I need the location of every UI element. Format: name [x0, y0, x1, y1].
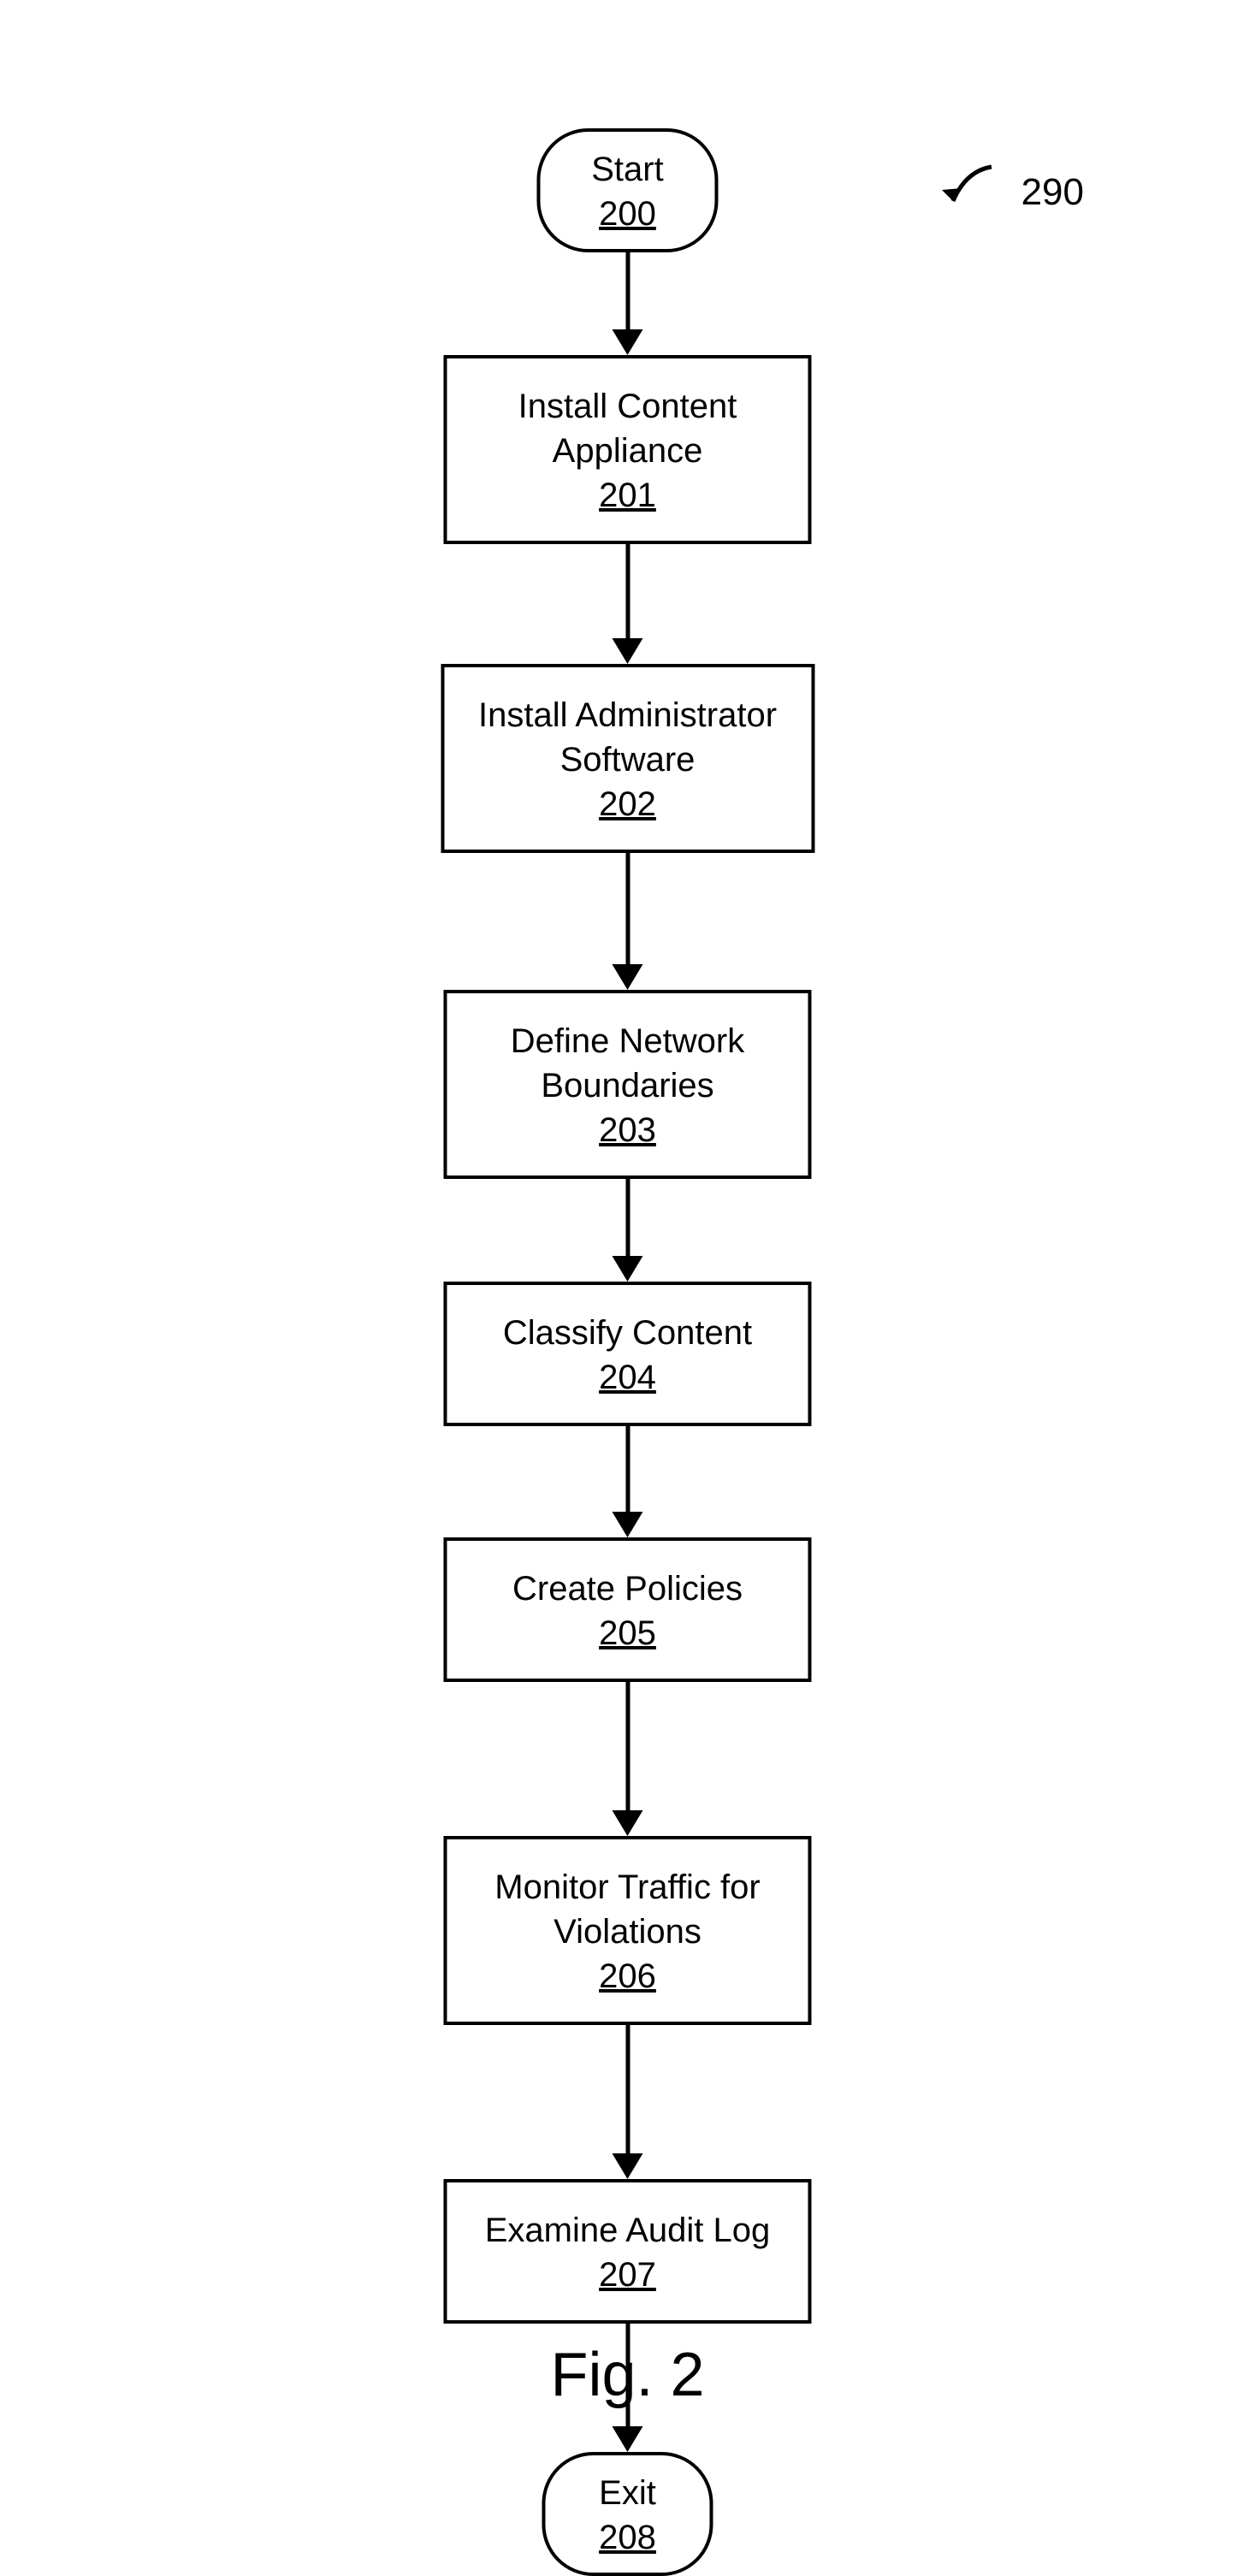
- step2-title: Install AdministratorSoftware: [478, 693, 777, 782]
- flow-arrow: [613, 1179, 643, 1282]
- process-install-content-appliance: Install ContentAppliance 201: [444, 355, 812, 544]
- step7-ref: 207: [482, 2256, 774, 2295]
- flow-arrow: [613, 2025, 643, 2179]
- figure-caption: Fig. 2: [550, 2340, 704, 2410]
- process-monitor-traffic: Monitor Traffic forViolations 206: [444, 1836, 812, 2025]
- step1-ref: 201: [482, 477, 774, 515]
- step1-title: Install ContentAppliance: [482, 384, 774, 473]
- step4-title: Classify Content: [482, 1311, 774, 1355]
- flow-arrow: [613, 853, 643, 990]
- start-ref: 200: [591, 195, 663, 234]
- step7-title: Examine Audit Log: [482, 2208, 774, 2253]
- step6-ref: 206: [482, 1957, 774, 1996]
- flow-arrow: [613, 1426, 643, 1537]
- step6-title: Monitor Traffic forViolations: [482, 1865, 774, 1954]
- start-title: Start: [591, 147, 663, 192]
- exit-terminal: Exit 208: [542, 2452, 713, 2576]
- curved-arrow-icon: [932, 154, 1009, 231]
- step5-title: Create Policies: [482, 1566, 774, 1611]
- flow-arrow: [613, 1682, 643, 1836]
- process-create-policies: Create Policies 205: [444, 1537, 812, 1682]
- exit-ref: 208: [597, 2519, 659, 2557]
- diagram-reference: 290: [932, 154, 1084, 231]
- flow-arrow: [613, 544, 643, 664]
- step3-ref: 203: [482, 1111, 774, 1150]
- step2-ref: 202: [478, 785, 777, 824]
- exit-title: Exit: [597, 2471, 659, 2515]
- flowchart-container: Start 200 Install ContentAppliance 201 I…: [441, 128, 814, 2576]
- start-terminal: Start 200: [536, 128, 718, 252]
- step3-title: Define NetworkBoundaries: [482, 1019, 774, 1108]
- process-examine-audit-log: Examine Audit Log 207: [444, 2179, 812, 2324]
- process-define-network-boundaries: Define NetworkBoundaries 203: [444, 990, 812, 1179]
- step5-ref: 205: [482, 1614, 774, 1653]
- diagram-ref-number: 290: [1021, 171, 1084, 214]
- process-classify-content: Classify Content 204: [444, 1282, 812, 1426]
- step4-ref: 204: [482, 1359, 774, 1397]
- flow-arrow: [613, 252, 643, 355]
- process-install-admin-software: Install AdministratorSoftware 202: [441, 664, 814, 853]
